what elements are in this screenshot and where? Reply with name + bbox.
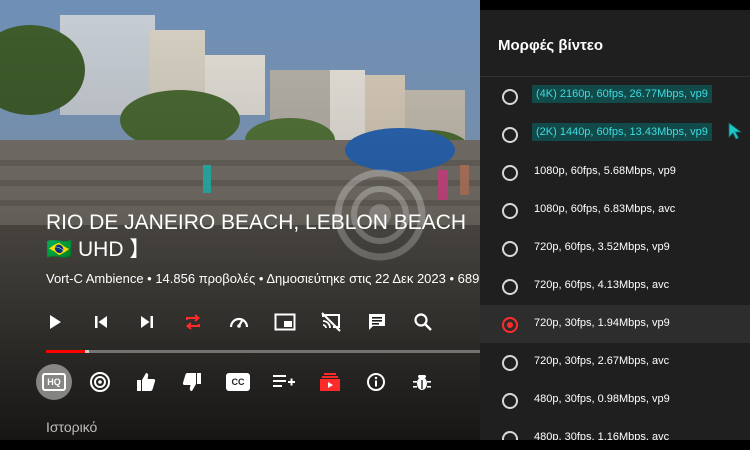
player-controls — [40, 307, 454, 337]
thumb-up-icon — [137, 373, 156, 391]
format-option-label: 720p, 60fps, 3.52Mbps, vp9 — [534, 241, 670, 253]
radio-unchecked-icon[interactable] — [502, 89, 518, 105]
bottom-letterbox — [0, 440, 750, 450]
seek-bar-buffered — [85, 350, 90, 353]
seek-bar[interactable] — [46, 350, 480, 353]
radio-unchecked-icon[interactable] — [502, 279, 518, 295]
info-icon — [367, 373, 385, 391]
format-option-label: 1080p, 60fps, 5.68Mbps, vp9 — [534, 165, 676, 177]
panel-title: Μορφές βίντεο — [498, 37, 604, 54]
play-icon — [50, 315, 61, 329]
speed-icon — [229, 317, 249, 328]
video-title: RIO DE JANEIRO BEACH, LEBLON BEACH 🇧🇷 UH… — [46, 211, 467, 261]
radio-unchecked-icon[interactable] — [502, 165, 518, 181]
comments-button[interactable] — [362, 307, 392, 337]
dislike-button[interactable] — [174, 364, 210, 400]
history-label: Ιστορικό — [46, 419, 98, 435]
info-button[interactable] — [358, 364, 394, 400]
radio-checked-icon[interactable] — [502, 317, 518, 333]
picture-in-picture-icon — [274, 313, 296, 331]
video-formats-panel: Μορφές βίντεο (4K) 2160p, 60fps, 26.77Mb… — [480, 10, 750, 440]
add-to-playlist-button[interactable] — [266, 364, 302, 400]
search-icon — [414, 313, 432, 331]
subscribe-button[interactable] — [312, 364, 348, 400]
format-option-label: (2K) 1440p, 60fps, 13.43Mbps, vp9 — [532, 123, 712, 141]
format-option[interactable]: 720p, 30fps, 2.67Mbps, avc — [480, 343, 750, 381]
video-quality-button[interactable]: HQ — [36, 364, 72, 400]
format-option-label: 480p, 30fps, 0.98Mbps, vp9 — [534, 393, 670, 405]
format-option[interactable]: 480p, 30fps, 0.98Mbps, vp9 — [480, 381, 750, 419]
next-button[interactable] — [132, 307, 162, 337]
format-option[interactable]: (2K) 1440p, 60fps, 13.43Mbps, vp9 — [480, 115, 750, 153]
format-option[interactable]: 720p, 30fps, 1.94Mbps, vp9 — [480, 305, 750, 343]
pointer-cursor-icon — [728, 122, 742, 140]
format-option[interactable]: 720p, 60fps, 4.13Mbps, avc — [480, 267, 750, 305]
radio-unchecked-icon[interactable] — [502, 203, 518, 219]
panel-header: Μορφές βίντεο — [480, 10, 750, 77]
repeat-icon — [185, 314, 201, 330]
format-option-label: 720p, 60fps, 4.13Mbps, avc — [534, 279, 670, 291]
previous-button[interactable] — [86, 307, 116, 337]
ambient-icon — [90, 372, 110, 392]
seek-bar-played — [46, 350, 86, 353]
format-option[interactable]: (4K) 2160p, 60fps, 26.77Mbps, vp9 — [480, 77, 750, 115]
radio-unchecked-icon[interactable] — [502, 355, 518, 371]
chat-icon — [369, 314, 385, 330]
action-bar: HQ CC — [36, 364, 450, 400]
radio-unchecked-icon[interactable] — [502, 127, 518, 143]
radio-unchecked-icon[interactable] — [502, 431, 518, 440]
subtitles-icon: CC — [226, 373, 250, 391]
radio-unchecked-icon[interactable] — [502, 241, 518, 257]
cast-off-icon — [321, 312, 341, 332]
format-option-label: 1080p, 60fps, 6.83Mbps, avc — [534, 203, 676, 215]
cast-button[interactable] — [316, 307, 346, 337]
search-button[interactable] — [408, 307, 438, 337]
hq-icon: HQ — [42, 373, 66, 391]
skip-previous-icon — [95, 316, 107, 328]
format-option-label: 720p, 30fps, 2.67Mbps, avc — [534, 355, 670, 367]
format-option[interactable]: 1080p, 60fps, 6.83Mbps, avc — [480, 191, 750, 229]
tv-screen: RIO DE JANEIRO BEACH, LEBLON BEACH 🇧🇷 UH… — [0, 0, 750, 450]
ambient-mode-button[interactable] — [82, 364, 118, 400]
radio-unchecked-icon[interactable] — [502, 393, 518, 409]
playlist-add-icon — [273, 375, 295, 387]
playback-speed-button[interactable] — [224, 307, 254, 337]
format-options-list: (4K) 2160p, 60fps, 26.77Mbps, vp9 (2K) 14… — [480, 77, 750, 440]
video-metadata: Vort-C Ambience • 14.856 προβολές • Δημο… — [46, 271, 480, 286]
format-option[interactable]: 720p, 60fps, 3.52Mbps, vp9 — [480, 229, 750, 267]
format-option-label: 480p, 30fps, 1.16Mbps, avc — [534, 431, 670, 440]
like-button[interactable] — [128, 364, 164, 400]
format-option-label: 720p, 30fps, 1.94Mbps, vp9 — [534, 317, 670, 329]
repeat-button[interactable] — [178, 307, 208, 337]
thumb-down-icon — [182, 373, 201, 391]
play-button[interactable] — [40, 307, 70, 337]
subscribe-icon — [320, 373, 340, 391]
format-option-label: (4K) 2160p, 60fps, 26.77Mbps, vp9 — [532, 85, 712, 103]
skip-next-icon — [141, 316, 153, 328]
report-bug-button[interactable] — [404, 364, 440, 400]
subtitles-button[interactable]: CC — [220, 364, 256, 400]
bug-icon — [413, 375, 431, 390]
pip-button[interactable] — [270, 307, 300, 337]
format-option[interactable]: 480p, 30fps, 1.16Mbps, avc — [480, 419, 750, 440]
format-option[interactable]: 1080p, 60fps, 5.68Mbps, vp9 — [480, 153, 750, 191]
